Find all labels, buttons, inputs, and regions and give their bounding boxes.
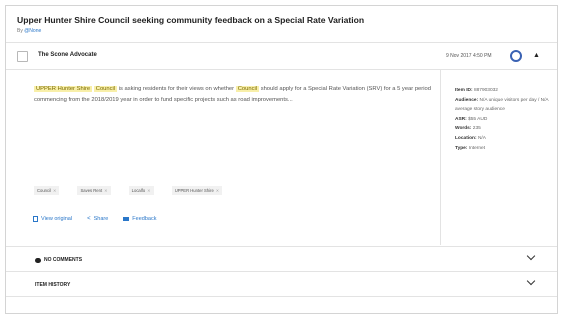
share-button[interactable]: < Share	[87, 216, 108, 222]
tag-chip[interactable]: Saves Rent ✕	[77, 186, 111, 195]
article-title[interactable]: Upper Hunter Shire Council seeking commu…	[17, 15, 547, 25]
item-actions: View original < Share Feedback	[33, 216, 156, 222]
tag-label: Saves Rent	[80, 188, 103, 193]
tag-chip[interactable]: Localfo ✕	[128, 186, 154, 195]
author-link[interactable]: @None	[24, 28, 41, 34]
meta-key: ASR:	[455, 116, 467, 122]
tag-label: Council	[37, 188, 51, 193]
view-original-label: View original	[41, 216, 73, 222]
meta-key: Location:	[455, 135, 477, 141]
tag-remove-icon[interactable]: ✕	[216, 188, 220, 193]
meta-key: Type:	[455, 145, 468, 151]
keyword-highlight: UPPER Hunter Shire	[34, 86, 93, 92]
source-name: The Scone Advocate	[38, 52, 97, 58]
item-detail: UPPER Hunter Shire Council is asking res…	[6, 70, 557, 247]
news-item-card: Upper Hunter Shire Council seeking commu…	[5, 5, 558, 314]
meta-asr: ASR: $55 AUD	[455, 115, 558, 125]
feedback-button[interactable]: Feedback	[123, 216, 156, 222]
share-icon: <	[87, 216, 91, 222]
item-metadata: Item ID: 887903032 Audience: N/A unique …	[440, 70, 558, 245]
keyword-highlight: Council	[93, 86, 118, 92]
meta-key: Words:	[455, 126, 472, 132]
comment-icon	[35, 257, 41, 263]
comments-header: NO COMMENTS	[35, 257, 82, 263]
feedback-icon	[123, 217, 130, 221]
meta-key: Audience:	[455, 97, 479, 103]
meta-value: $55 AUD	[468, 116, 488, 122]
document-icon	[33, 216, 38, 222]
chevron-down-icon[interactable]	[526, 251, 536, 261]
article-header: Upper Hunter Shire Council seeking commu…	[6, 6, 557, 43]
select-checkbox[interactable]	[17, 51, 28, 62]
tag-remove-icon[interactable]: ✕	[53, 188, 57, 193]
tag-remove-icon[interactable]: ✕	[147, 188, 151, 193]
published-datetime: 9 Nov 2017 4:50 PM	[446, 53, 492, 59]
keyword-highlight: Council	[235, 86, 260, 92]
source-row: The Scone Advocate 9 Nov 2017 4:50 PM ▲	[6, 43, 557, 70]
tag-list: Council ✕ Saves Rent ✕ Localfo ✕ UPPER Hunt…	[34, 186, 223, 195]
byline: By @None	[17, 28, 547, 34]
meta-value: Internet	[468, 145, 486, 151]
history-header: ITEM HISTORY	[35, 282, 70, 288]
article-snippet: UPPER Hunter Shire Council is asking res…	[34, 84, 434, 105]
tag-remove-icon[interactable]: ✕	[104, 188, 108, 193]
meta-value: 887903032	[473, 88, 498, 93]
meta-audience: Audience: N/A unique visitors per day / …	[455, 96, 558, 115]
meta-words: Words: 235	[455, 124, 558, 134]
view-original-button[interactable]: View original	[33, 216, 72, 222]
tag-chip[interactable]: Council ✕	[34, 186, 60, 195]
feedback-label: Feedback	[132, 216, 157, 222]
byline-prefix: By	[17, 28, 23, 34]
meta-key: Item ID:	[455, 88, 473, 93]
comments-label: NO COMMENTS	[44, 257, 83, 263]
status-circle-icon[interactable]	[510, 50, 522, 62]
meta-type: Type: Internet	[455, 144, 558, 154]
comments-section-toggle[interactable]: NO COMMENTS	[6, 247, 557, 272]
meta-item-id: Item ID: 887903032	[455, 86, 558, 96]
meta-location: Location: N/A	[455, 134, 558, 144]
collapse-caret-icon[interactable]: ▲	[533, 52, 540, 59]
tag-label: UPPER Hunter Shire	[174, 188, 214, 193]
meta-value: 235	[472, 126, 481, 132]
chevron-down-icon[interactable]	[526, 276, 536, 286]
snippet-text: is asking residents for their views on w…	[118, 86, 235, 92]
history-label: ITEM HISTORY	[35, 282, 71, 288]
tag-chip[interactable]: UPPER Hunter Shire ✕	[171, 186, 223, 195]
share-label: Share	[93, 216, 109, 222]
item-history-section-toggle[interactable]: ITEM HISTORY	[6, 272, 557, 297]
meta-value: N/A	[477, 135, 486, 141]
tag-label: Localfo	[131, 188, 146, 193]
